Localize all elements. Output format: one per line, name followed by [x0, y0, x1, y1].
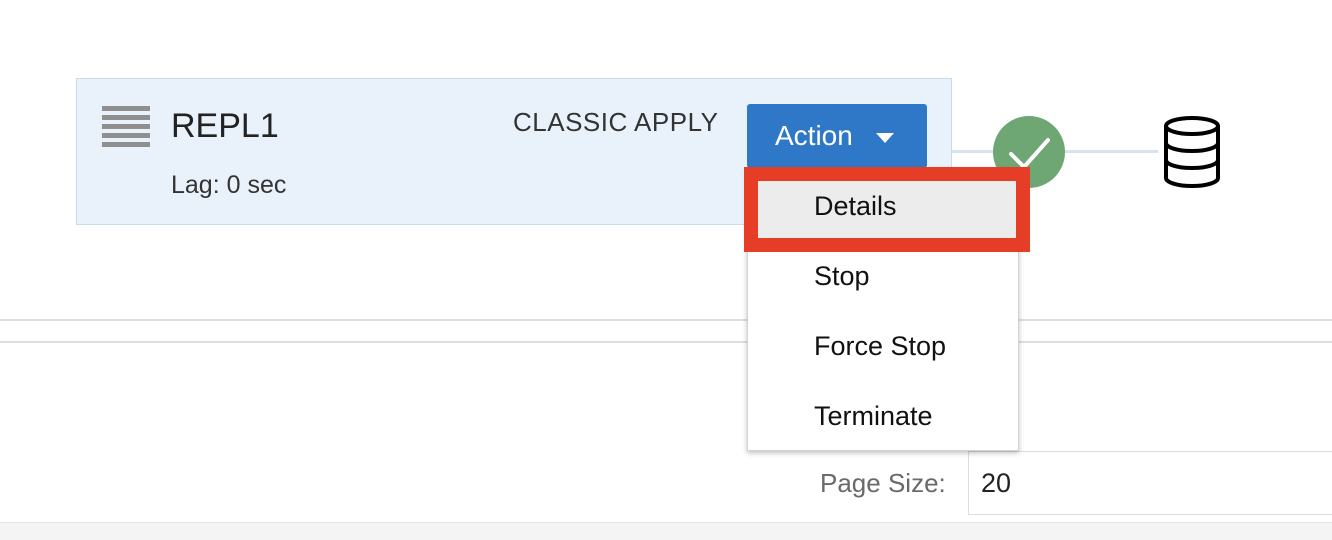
page-size-input[interactable] — [968, 451, 1332, 515]
menu-item-force-stop[interactable]: Force Stop — [748, 311, 1018, 381]
connector-line-left — [952, 150, 994, 153]
menu-item-details[interactable]: Details — [748, 171, 1018, 241]
section-divider-top — [0, 319, 1332, 321]
action-button[interactable]: Action — [747, 104, 927, 168]
drag-handle-icon[interactable] — [102, 106, 150, 150]
footer-bar — [0, 522, 1332, 540]
caret-down-icon — [876, 133, 894, 143]
menu-item-terminate[interactable]: Terminate — [748, 381, 1018, 451]
page-size-label: Page Size: — [820, 468, 946, 498]
stage: REPL1 Lag: 0 sec CLASSIC APPLY Action Pa… — [0, 0, 1332, 540]
lag-text: Lag: 0 sec — [171, 171, 287, 199]
section-divider-bottom — [0, 341, 1332, 343]
connector-line-right — [1065, 150, 1158, 153]
action-button-label: Action — [775, 120, 853, 151]
action-menu: Details Stop Force Stop Terminate — [747, 168, 1019, 451]
menu-item-stop[interactable]: Stop — [748, 241, 1018, 311]
process-name: REPL1 — [171, 107, 279, 145]
process-type: CLASSIC APPLY — [513, 107, 719, 137]
database-icon — [1160, 114, 1224, 190]
